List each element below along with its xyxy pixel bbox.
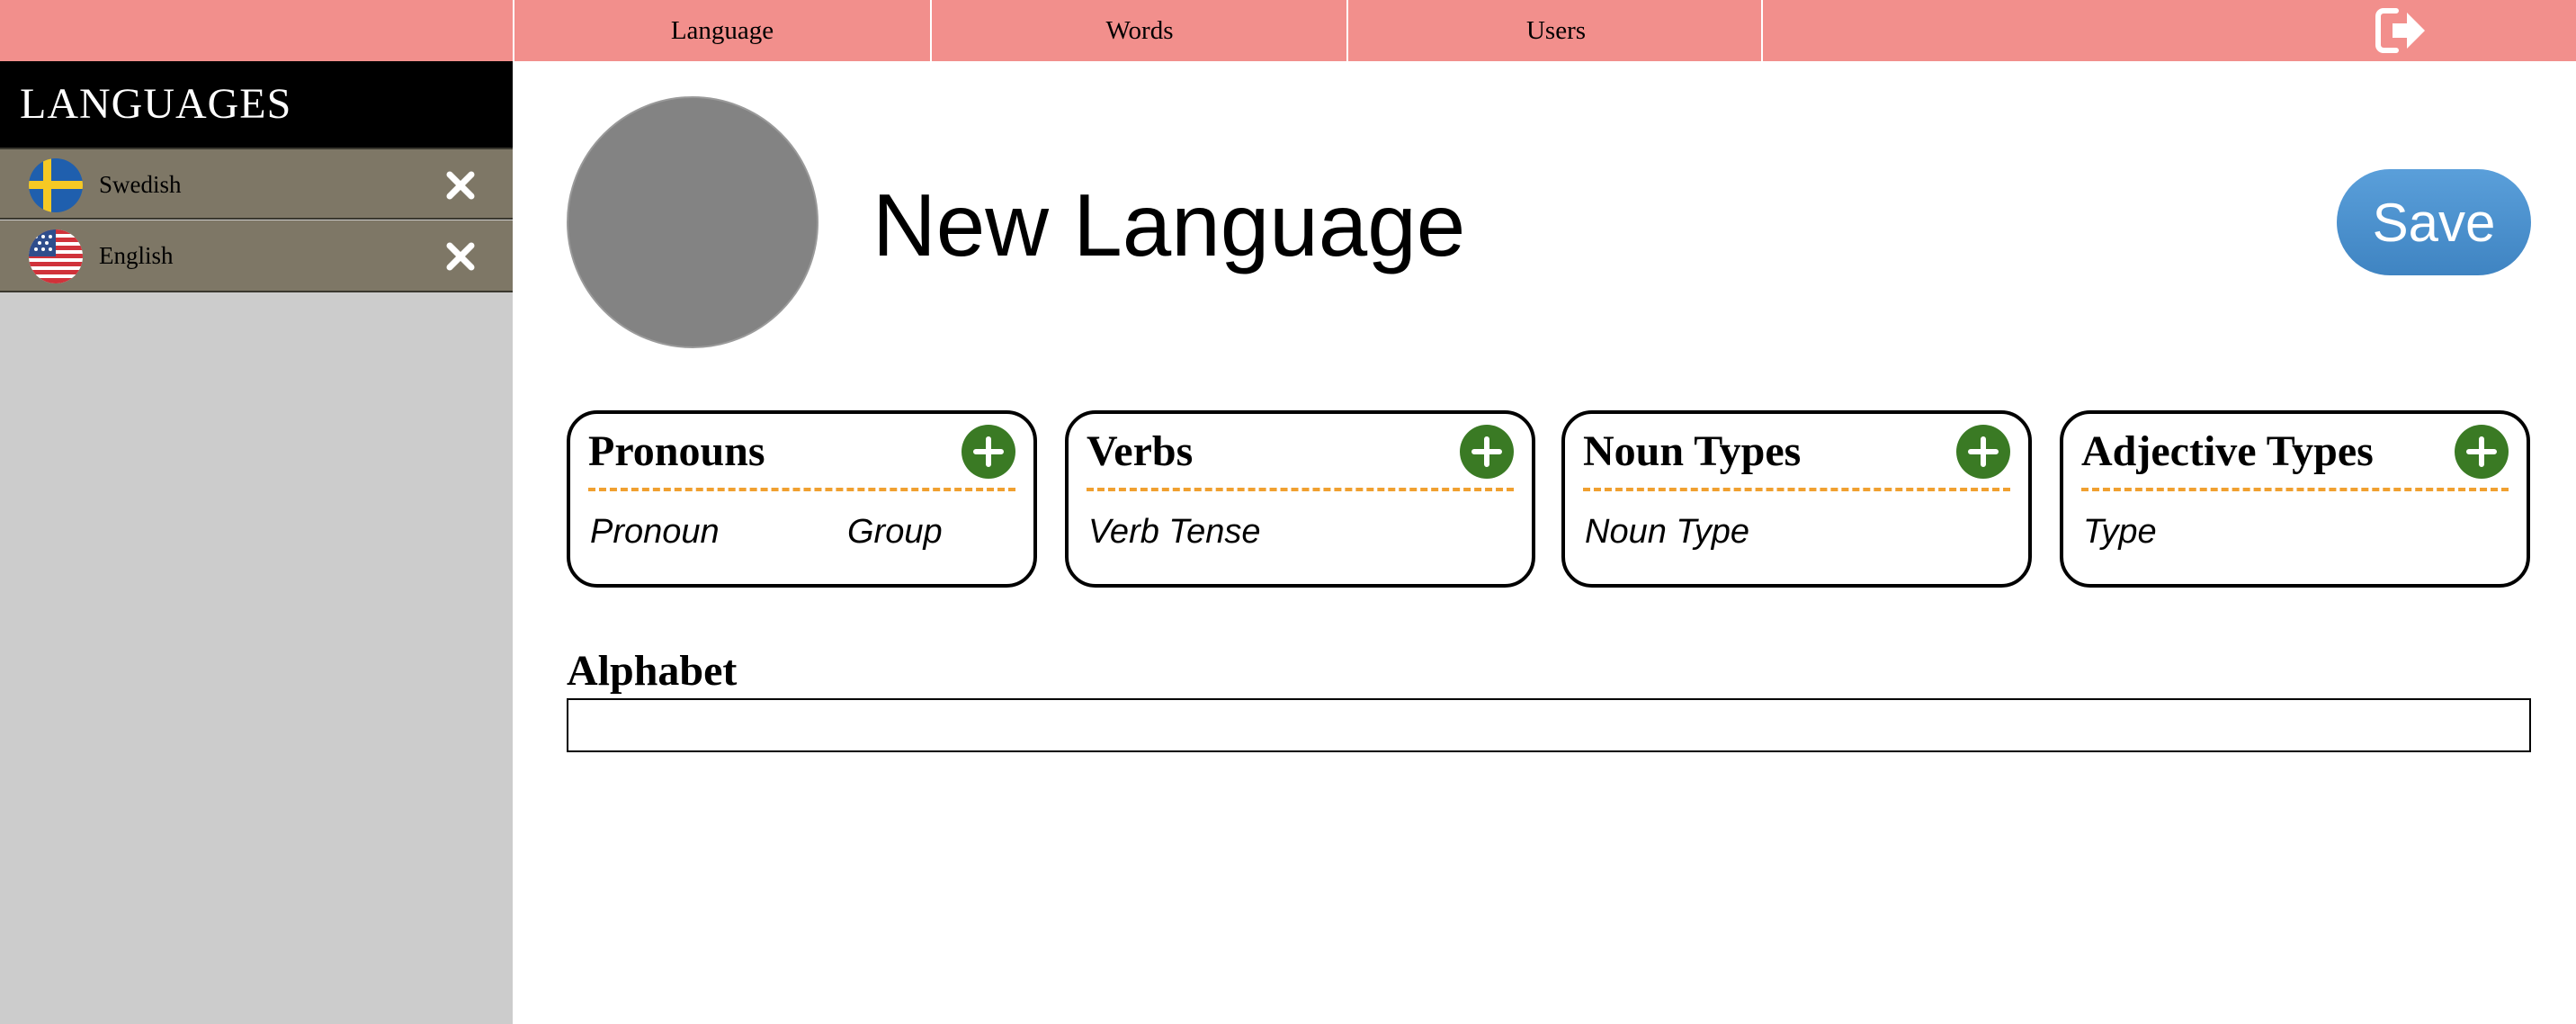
alphabet-label: Alphabet <box>567 647 738 695</box>
card-divider <box>2081 488 2509 491</box>
pronouns-card: Pronouns Pronoun Group <box>567 410 1037 588</box>
plus-icon[interactable] <box>2455 425 2509 479</box>
card-title: Verbs <box>1087 427 1194 475</box>
adjective-types-card: Adjective Types Type <box>2060 410 2530 588</box>
card-title: Adjective Types <box>2081 427 2374 475</box>
tab-users-label: Users <box>1525 15 1587 45</box>
top-nav-bar: Language Words Users <box>0 0 2576 61</box>
column-header: Type <box>2083 513 2157 551</box>
verbs-card: Verbs Verb Tense <box>1065 410 1535 588</box>
card-title: Noun Types <box>1583 427 1802 475</box>
plus-icon[interactable] <box>1956 425 2010 479</box>
page-title: New Language <box>872 175 1466 274</box>
save-button[interactable]: Save <box>2337 169 2531 275</box>
column-header: Noun Type <box>1585 513 1750 551</box>
sign-out-icon[interactable] <box>2375 5 2428 56</box>
tab-words-label: Words <box>1105 15 1174 45</box>
column-header: Group <box>847 513 943 551</box>
us-flag-icon <box>29 229 83 283</box>
card-title: Pronouns <box>588 427 765 475</box>
nav-divider <box>1761 0 1763 61</box>
noun-types-card: Noun Types Noun Type <box>1561 410 2032 588</box>
alphabet-input[interactable] <box>567 698 2531 752</box>
card-divider <box>588 488 1015 491</box>
sidebar-title: LANGUAGES <box>0 61 513 148</box>
sidebar-item-english[interactable]: English <box>0 220 513 292</box>
sidebar-item-swedish[interactable]: Swedish <box>0 148 513 220</box>
plus-icon[interactable] <box>962 425 1015 479</box>
column-header: Verb Tense <box>1088 513 1261 551</box>
sidebar-item-label: Swedish <box>99 171 182 198</box>
tab-words[interactable]: Words <box>930 0 1347 61</box>
language-avatar[interactable] <box>567 96 818 348</box>
card-divider <box>1087 488 1514 491</box>
tab-users[interactable]: Users <box>1346 0 1764 61</box>
tab-language-label: Language <box>670 15 774 45</box>
sweden-flag-icon <box>29 158 83 212</box>
card-divider <box>1583 488 2010 491</box>
close-icon[interactable] <box>443 167 479 203</box>
close-icon[interactable] <box>443 238 479 274</box>
sidebar: LANGUAGES Swedish English <box>0 61 513 1024</box>
sidebar-item-label: English <box>99 242 174 269</box>
column-header: Pronoun <box>590 513 720 551</box>
plus-icon[interactable] <box>1460 425 1514 479</box>
tab-language[interactable]: Language <box>513 0 930 61</box>
